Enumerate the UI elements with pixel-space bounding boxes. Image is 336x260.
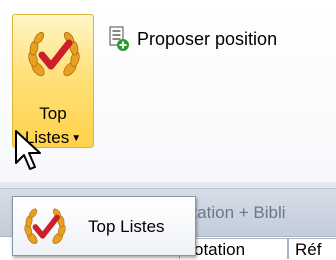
tooltip-title: Top Listes <box>88 217 165 236</box>
laurel-checkmark-icon <box>24 208 66 244</box>
tab-label: otation <box>194 240 246 259</box>
top-lists-button[interactable]: Top Listes ▼ <box>12 14 94 148</box>
laurel-checkmark-icon <box>28 31 80 77</box>
propose-position-label: Proposer position <box>137 28 278 49</box>
toolbar-title: otation + Bibli <box>183 203 286 222</box>
tab-references[interactable]: Réf <box>288 238 336 259</box>
dropdown-arrow-icon: ▼ <box>71 133 82 144</box>
document-plus-icon <box>109 26 129 51</box>
top-lists-label-line1: Top <box>39 104 67 123</box>
mouse-cursor-icon <box>15 130 41 170</box>
propose-position-button[interactable]: Proposer position <box>108 23 277 55</box>
tooltip: Top Listes <box>12 196 196 256</box>
tab-label: Réf <box>295 240 322 259</box>
